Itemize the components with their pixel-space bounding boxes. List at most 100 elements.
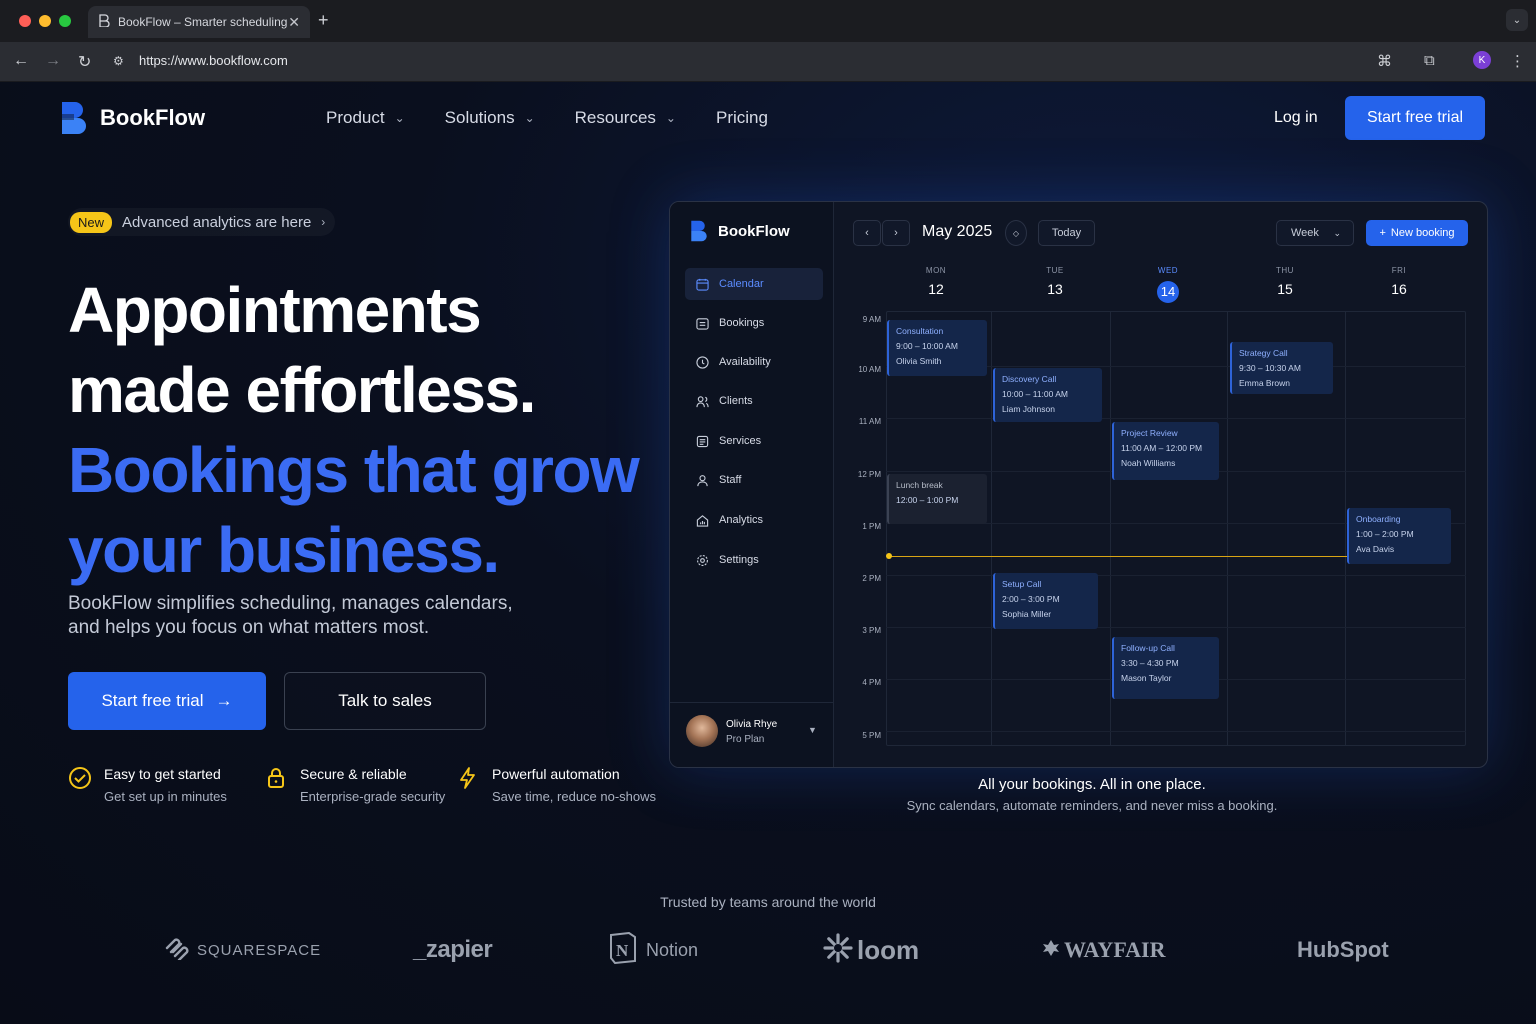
event-person: Emma Brown — [1239, 378, 1291, 388]
current-time-line — [888, 556, 1348, 557]
sidebar-item-staff[interactable]: Staff — [685, 464, 823, 496]
sidebar-item-settings[interactable]: Settings — [685, 544, 823, 576]
sidebar-item-services[interactable]: Services — [685, 425, 823, 457]
sidebar-label: Analytics — [719, 514, 764, 526]
login-link[interactable]: Log in — [1274, 109, 1318, 127]
sidebar-item-clients[interactable]: Clients — [685, 385, 823, 417]
lock-icon — [264, 766, 288, 790]
minimize-window-button[interactable] — [39, 15, 51, 27]
reload-icon[interactable]: ↻ — [78, 52, 91, 72]
url-field[interactable]: https://www.bookflow.com — [139, 53, 288, 68]
user-plan: Pro Plan — [726, 734, 765, 745]
day-header[interactable]: THU 15 — [1245, 266, 1325, 297]
sidebar-item-bookings[interactable]: Bookings — [685, 307, 823, 339]
profile-avatar[interactable]: K — [1473, 51, 1491, 69]
subtitle-line: and helps you focus on what matters most… — [68, 617, 430, 638]
time-label: 12 PM — [857, 470, 881, 479]
today-button[interactable]: Today — [1038, 220, 1095, 246]
sidebar-item-availability[interactable]: Availability — [685, 346, 823, 378]
grid-divider — [1110, 311, 1111, 746]
nav-resources[interactable]: Resources ⌄ — [575, 108, 676, 128]
brand-name: BookFlow — [100, 105, 206, 130]
time-label: 11 AM — [858, 417, 881, 426]
event-card[interactable]: Onboarding 1:00 – 2:00 PM Ava Davis — [1347, 508, 1451, 564]
sidebar-label: Staff — [719, 474, 742, 486]
event-card[interactable]: Discovery Call 10:00 – 11:00 AM Liam Johns… — [993, 368, 1102, 422]
sidebar-label: Bookings — [719, 317, 765, 329]
app-sidebar: BookFlow Calendar Bookings Availability … — [670, 202, 834, 767]
sidebar-label: Clients — [719, 395, 753, 407]
day-header[interactable]: MON 12 — [896, 266, 976, 297]
day-header[interactable]: FRI 16 — [1359, 266, 1439, 297]
announcement-badge[interactable]: New Advanced analytics are here › — [68, 208, 336, 236]
chevron-right-icon: › — [894, 227, 898, 239]
browser-tab[interactable]: BookFlow – Smarter scheduling ✕ — [88, 6, 310, 38]
user-profile[interactable]: Olivia Rhye Pro Plan ▼ — [670, 702, 834, 767]
event-title: Follow-up Call — [1121, 643, 1175, 653]
sidebar-item-analytics[interactable]: Analytics — [685, 504, 823, 536]
day-header-today[interactable]: WED 14 — [1128, 266, 1208, 303]
sidebar-item-calendar[interactable]: Calendar — [685, 268, 823, 300]
new-tab-icon[interactable]: + — [318, 10, 329, 31]
forward-icon[interactable]: → — [45, 52, 61, 70]
nav-label: Resources — [574, 108, 656, 127]
hero-title-highlight: Bookings that grow — [68, 434, 640, 506]
grid-divider — [1345, 311, 1346, 746]
logo-text: WAYFAIR — [1064, 937, 1166, 962]
event-time: 3:30 – 4:30 PM — [1121, 658, 1179, 668]
view-select[interactable]: Week ⌄ — [1276, 220, 1354, 246]
event-card[interactable]: Follow-up Call 3:30 – 4:30 PM Mason Taylor — [1112, 637, 1219, 699]
header-start-trial-button[interactable]: Start free trial — [1345, 96, 1485, 140]
site-info-icon[interactable]: ⚙ — [113, 54, 124, 68]
back-icon[interactable]: ← — [13, 52, 29, 70]
translate-icon[interactable]: ⌘ — [1377, 52, 1392, 70]
tab-favicon-icon — [98, 14, 110, 30]
close-window-button[interactable] — [19, 15, 31, 27]
sidebar-label: Calendar — [719, 278, 764, 290]
new-booking-button[interactable]: + New booking — [1366, 220, 1468, 246]
day-name: WED — [1157, 266, 1179, 275]
app-caption-title: All your bookings. All in one place. — [978, 776, 1206, 793]
start-free-trial-button[interactable]: Start free trial → — [68, 672, 266, 730]
maximize-window-button[interactable] — [59, 15, 71, 27]
close-tab-icon[interactable]: ✕ — [288, 14, 300, 31]
event-card[interactable]: Strategy Call 9:30 – 10:30 AM Emma Brown — [1230, 342, 1333, 394]
user-icon — [695, 473, 709, 487]
event-card-break[interactable]: Lunch break 12:00 – 1:00 PM — [887, 474, 987, 524]
hero-title-line: Appointments — [68, 274, 482, 346]
month-title: May 2025 — [922, 223, 993, 240]
event-title: Onboarding — [1356, 514, 1401, 524]
subtitle-line: BookFlow simplifies scheduling, manages … — [68, 593, 513, 614]
brand-logo[interactable]: BookFlow — [60, 102, 205, 134]
day-header[interactable]: TUE 13 — [1015, 266, 1095, 297]
nav-solutions[interactable]: Solutions ⌄ — [445, 108, 535, 128]
nav-product[interactable]: Product ⌄ — [326, 108, 405, 128]
talk-to-sales-button[interactable]: Talk to sales — [284, 672, 486, 730]
prev-week-button[interactable]: ‹ — [853, 220, 881, 246]
next-week-button[interactable]: › — [882, 220, 910, 246]
landing-page: BookFlow Product ⌄ Solutions ⌄ Resources ⌄ … — [0, 82, 1536, 1024]
tab-search-icon[interactable]: ⌄ — [1506, 9, 1528, 31]
clock-icon — [695, 355, 709, 369]
event-person: Ava Davis — [1356, 544, 1395, 554]
date-picker-button[interactable]: ◇ — [1005, 220, 1027, 246]
chevron-down-icon: ⌄ — [1333, 227, 1341, 238]
hero-heading: Appointments made effortless. Bookings t… — [68, 270, 640, 590]
day-name: THU — [1276, 266, 1294, 275]
event-card[interactable]: Consultation 9:00 – 10:00 AM Olivia Smith — [887, 320, 987, 376]
event-time: 10:00 – 11:00 AM — [1002, 389, 1069, 399]
event-title: Consultation — [896, 326, 944, 336]
browser-menu-icon[interactable]: ⋮ — [1510, 52, 1525, 70]
bookflow-logo-icon — [60, 102, 88, 134]
event-card[interactable]: Project Review 11:00 AM – 12:00 PM Noah Wi… — [1112, 422, 1219, 480]
event-card[interactable]: Setup Call 2:00 – 3:00 PM Sophia Miller — [993, 573, 1098, 629]
arrow-right-icon: → — [215, 691, 233, 710]
feature-desc: Save time, reduce no-shows — [492, 789, 657, 804]
event-person: Olivia Smith — [896, 356, 942, 366]
feature-title: Easy to get started — [104, 766, 221, 782]
tab-title: BookFlow – Smarter scheduling — [118, 15, 288, 29]
zapier-logo: _zapier — [413, 930, 493, 970]
services-icon — [695, 434, 709, 448]
extensions-icon[interactable]: ⧉ — [1424, 52, 1435, 69]
nav-pricing[interactable]: Pricing — [716, 108, 768, 128]
